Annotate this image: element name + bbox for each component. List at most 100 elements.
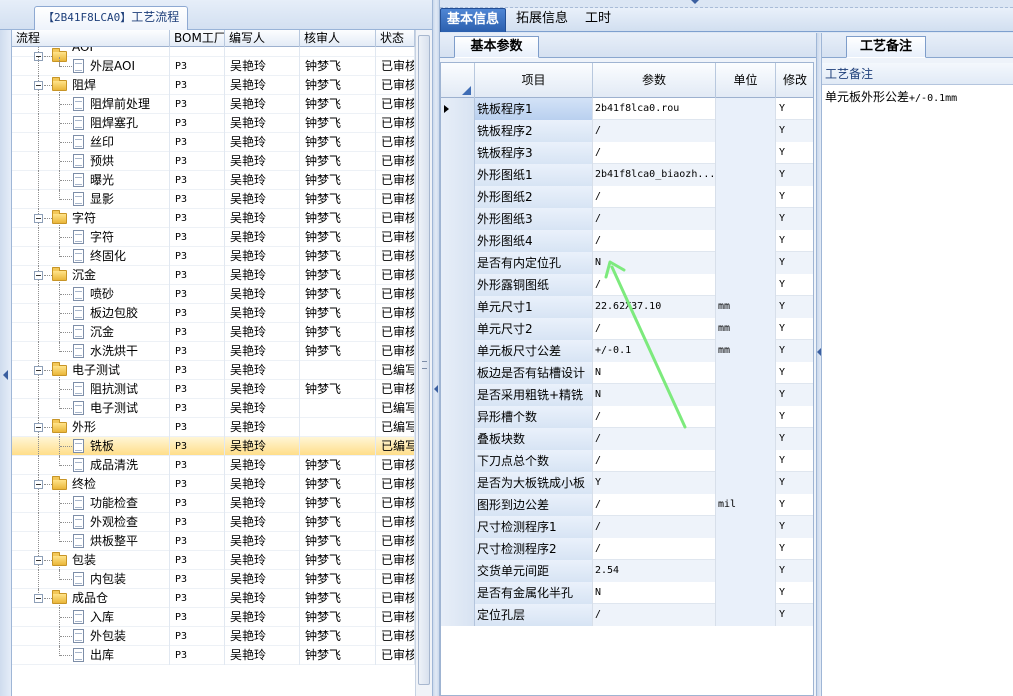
param-modify-cell[interactable]: Y: [776, 98, 813, 120]
tree-item-row[interactable]: 丝印 P3 吴艳玲 钟梦飞 已审核: [12, 133, 415, 152]
tree-item-row[interactable]: 外观检查 P3 吴艳玲 钟梦飞 已审核: [12, 513, 415, 532]
param-modify-cell[interactable]: Y: [776, 560, 813, 582]
tree-item-row[interactable]: 出库 P3 吴艳玲 钟梦飞 已审核: [12, 646, 415, 665]
param-unit-cell[interactable]: [716, 516, 776, 538]
param-row[interactable]: 外形露铜图纸 / Y: [441, 274, 813, 296]
param-unit-cell[interactable]: mm: [716, 296, 776, 318]
param-unit-cell[interactable]: [716, 98, 776, 120]
param-unit-cell[interactable]: [716, 230, 776, 252]
column-header-author[interactable]: 编写人: [225, 30, 300, 47]
param-unit-cell[interactable]: [716, 208, 776, 230]
param-modify-cell[interactable]: Y: [776, 450, 813, 472]
tree-item-row[interactable]: 字符 P3 吴艳玲 钟梦飞 已审核: [12, 228, 415, 247]
tab-basic-info[interactable]: 基本信息: [440, 8, 507, 32]
row-selector[interactable]: [441, 98, 475, 120]
remark-textarea[interactable]: 单元板外形公差+/-0.1mm: [822, 85, 1013, 696]
param-modify-cell[interactable]: Y: [776, 186, 813, 208]
param-row[interactable]: 异形槽个数 / Y: [441, 406, 813, 428]
tree-folder-row[interactable]: 包装 P3 吴艳玲 钟梦飞 已审核: [12, 551, 415, 570]
row-selector[interactable]: [441, 450, 475, 472]
row-selector[interactable]: [441, 560, 475, 582]
tree-item-row[interactable]: 成品清洗 P3 吴艳玲 钟梦飞 已审核: [12, 456, 415, 475]
column-header-status[interactable]: 状态: [376, 30, 415, 47]
param-value-cell[interactable]: /: [593, 318, 716, 340]
param-row[interactable]: 是否有内定位孔 N Y: [441, 252, 813, 274]
tab-work-hours[interactable]: 工时: [579, 8, 617, 32]
param-row[interactable]: 外形图纸4/ Y: [441, 230, 813, 252]
param-row[interactable]: 是否有金属化半孔 N Y: [441, 582, 813, 604]
tree-item-row[interactable]: 入库 P3 吴艳玲 钟梦飞 已审核: [12, 608, 415, 627]
param-value-cell[interactable]: /: [593, 428, 716, 450]
tree-item-row[interactable]: 终固化 P3 吴艳玲 钟梦飞 已审核: [12, 247, 415, 266]
tab-extended-info[interactable]: 拓展信息: [510, 8, 574, 32]
params-grid-corner[interactable]: [441, 63, 475, 98]
param-unit-cell[interactable]: [716, 560, 776, 582]
row-selector[interactable]: [441, 472, 475, 494]
param-modify-cell[interactable]: Y: [776, 318, 813, 340]
row-selector[interactable]: [441, 384, 475, 406]
row-selector[interactable]: [441, 142, 475, 164]
tree-folder-row[interactable]: AOI: [12, 47, 415, 66]
row-selector[interactable]: [441, 362, 475, 384]
row-selector[interactable]: [441, 208, 475, 230]
param-value-cell[interactable]: 22.62X37.10: [593, 296, 716, 318]
param-value-cell[interactable]: Y: [593, 472, 716, 494]
param-row[interactable]: 单元板尺寸公差 +/-0.1 mm Y: [441, 340, 813, 362]
param-modify-cell[interactable]: Y: [776, 428, 813, 450]
param-modify-cell[interactable]: Y: [776, 494, 813, 516]
param-unit-cell[interactable]: [716, 428, 776, 450]
param-modify-cell[interactable]: Y: [776, 582, 813, 604]
param-unit-cell[interactable]: [716, 538, 776, 560]
param-value-cell[interactable]: /: [593, 230, 716, 252]
row-selector[interactable]: [441, 406, 475, 428]
collapse-middle-icon[interactable]: [434, 385, 438, 393]
param-unit-cell[interactable]: [716, 362, 776, 384]
collapse-top-icon[interactable]: [691, 0, 699, 4]
tree-folder-row[interactable]: 阻焊 P3 吴艳玲 钟梦飞 已审核: [12, 76, 415, 95]
param-unit-cell[interactable]: [716, 406, 776, 428]
tree-item-row[interactable]: 外层AOI P3 吴艳玲 钟梦飞 已审核: [12, 57, 415, 76]
param-row[interactable]: 铣板程序2/ Y: [441, 120, 813, 142]
param-unit-cell[interactable]: [716, 582, 776, 604]
param-value-cell[interactable]: 2b41f8lca0_biaozh...: [593, 164, 716, 186]
column-header-reviewer[interactable]: 核审人: [300, 30, 376, 47]
row-selector[interactable]: [441, 186, 475, 208]
param-row[interactable]: 叠板块数 / Y: [441, 428, 813, 450]
param-unit-cell[interactable]: mm: [716, 318, 776, 340]
column-header-item[interactable]: 项目: [475, 63, 593, 98]
tree-item-row[interactable]: 板边包胶 P3 吴艳玲 钟梦飞 已审核: [12, 304, 415, 323]
tree-item-row[interactable]: 铣板 P3 吴艳玲 已编写: [12, 437, 415, 456]
column-header-bom-factory[interactable]: BOM工厂: [170, 30, 225, 47]
param-unit-cell[interactable]: [716, 252, 776, 274]
param-row[interactable]: 铣板程序1 2b41f8lca0.rou Y: [441, 98, 813, 120]
collapse-node-icon[interactable]: [34, 556, 43, 565]
tree-item-row[interactable]: 阻焊前处理 P3 吴艳玲 钟梦飞 已审核: [12, 95, 415, 114]
param-modify-cell[interactable]: Y: [776, 604, 813, 626]
param-value-cell[interactable]: N: [593, 582, 716, 604]
param-row[interactable]: 外形图纸3/ Y: [441, 208, 813, 230]
param-value-cell[interactable]: /: [593, 604, 716, 626]
collapse-node-icon[interactable]: [34, 480, 43, 489]
param-unit-cell[interactable]: [716, 384, 776, 406]
collapse-node-icon[interactable]: [34, 366, 43, 375]
param-modify-cell[interactable]: Y: [776, 164, 813, 186]
tree-item-row[interactable]: 功能检查 P3 吴艳玲 钟梦飞 已审核: [12, 494, 415, 513]
tree-item-row[interactable]: 内包装 P3 吴艳玲 钟梦飞 已审核: [12, 570, 415, 589]
param-unit-cell[interactable]: [716, 142, 776, 164]
param-modify-cell[interactable]: Y: [776, 142, 813, 164]
param-row[interactable]: 是否为大板铣成小板 Y Y: [441, 472, 813, 494]
param-modify-cell[interactable]: Y: [776, 516, 813, 538]
tree-item-row[interactable]: 曝光 P3 吴艳玲 钟梦飞 已审核: [12, 171, 415, 190]
param-value-cell[interactable]: /: [593, 450, 716, 472]
left-collapse-splitter[interactable]: [0, 30, 12, 696]
param-modify-cell[interactable]: Y: [776, 230, 813, 252]
tab-process-remark[interactable]: 工艺备注: [846, 36, 926, 58]
param-unit-cell[interactable]: [716, 274, 776, 296]
param-modify-cell[interactable]: Y: [776, 406, 813, 428]
param-row[interactable]: 是否采用粗铣+精铣 N Y: [441, 384, 813, 406]
param-row[interactable]: 图形到边公差 / mil Y: [441, 494, 813, 516]
param-row[interactable]: 下刀点总个数 / Y: [441, 450, 813, 472]
param-value-cell[interactable]: /: [593, 538, 716, 560]
param-value-cell[interactable]: /: [593, 516, 716, 538]
row-selector[interactable]: [441, 604, 475, 626]
